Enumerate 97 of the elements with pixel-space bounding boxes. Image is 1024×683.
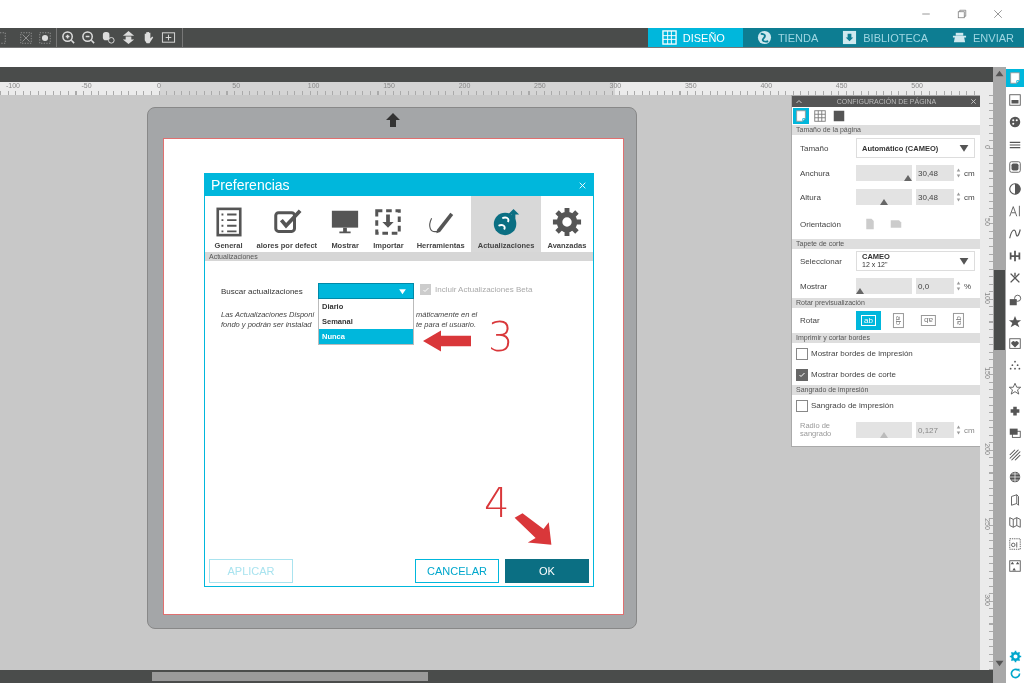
rotate-option[interactable]: ab [886, 311, 911, 330]
number-field[interactable]: 0,0 [916, 278, 954, 294]
close-icon[interactable] [992, 8, 1004, 20]
step-number: 4 [484, 483, 510, 523]
checkbox-label: Incluir Actualizaciones Beta [435, 285, 533, 294]
rotate-option[interactable]: ab [946, 311, 971, 330]
align-icon [1008, 248, 1022, 263]
import-icon [373, 207, 404, 237]
sparkle-icon [1008, 270, 1022, 285]
text-tool-icon [1008, 204, 1022, 219]
gear-icon [551, 207, 582, 237]
cube-icon [1008, 492, 1022, 507]
list-icon [213, 207, 244, 237]
checkbox[interactable] [796, 399, 808, 412]
update-icon [491, 207, 522, 237]
checkbox-label: Sangrado de impresión [811, 401, 894, 410]
arrow-icon [512, 511, 554, 547]
map-icon [1008, 514, 1022, 529]
dotted-box-icon [1008, 536, 1022, 551]
move-down-icon[interactable] [121, 30, 136, 45]
slider-thumb[interactable] [880, 199, 888, 205]
page-icon [794, 109, 808, 123]
field-label: Seleccionar [800, 256, 843, 266]
field-label: Rotar [800, 316, 821, 325]
deselect-icon[interactable] [19, 30, 33, 45]
slider[interactable] [856, 189, 912, 205]
square-icon [832, 109, 846, 123]
settings-icon[interactable] [1008, 649, 1022, 663]
refresh-icon[interactable] [1008, 667, 1022, 680]
unit-label: cm [964, 168, 975, 178]
scroll-down-icon[interactable] [995, 659, 1004, 668]
zoom-out-icon[interactable] [81, 30, 96, 45]
step-number: 3 [488, 317, 514, 357]
scrollbar-thumb[interactable] [152, 672, 428, 681]
layers-icon [1008, 426, 1022, 440]
scrollbar-thumb[interactable] [994, 270, 1005, 350]
slider-thumb[interactable] [856, 288, 864, 294]
globe-icon [756, 30, 772, 45]
zoom-select-icon[interactable] [101, 30, 116, 45]
collapse-icon[interactable] [795, 97, 803, 106]
slider[interactable] [856, 278, 912, 294]
curve-icon [1008, 226, 1022, 241]
field-label: Orientación [800, 219, 842, 229]
number-field[interactable]: 30,48 [916, 189, 954, 205]
spin-up-icon[interactable] [956, 192, 961, 196]
spin-up-icon[interactable] [956, 425, 961, 429]
zoom-in-icon[interactable] [61, 30, 76, 45]
ok-button[interactable]: OK [505, 559, 589, 583]
spin-down-icon[interactable] [956, 174, 961, 178]
field-label: Buscar actualizaciones [221, 287, 303, 296]
star-icon [1008, 315, 1022, 330]
grid-icon [813, 109, 827, 123]
cutter-icon [952, 30, 968, 45]
field-label: Altura [800, 192, 822, 202]
spin-down-icon[interactable] [956, 287, 961, 291]
fit-page-icon[interactable] [161, 30, 176, 45]
frame-icon [1008, 159, 1022, 174]
shapes-icon [1008, 292, 1022, 307]
field-label: Mostrar [800, 281, 829, 291]
star-outline-icon [1008, 381, 1022, 396]
checkmark-icon [798, 370, 806, 379]
slider[interactable] [856, 422, 912, 438]
spin-down-icon[interactable] [956, 431, 961, 435]
slider[interactable] [856, 165, 912, 181]
dropdown-arrow-icon [959, 256, 969, 266]
field-label: Tamaño [800, 143, 830, 153]
dropdown-arrow-icon [959, 143, 969, 153]
spin-up-icon[interactable] [956, 168, 961, 172]
page-icon [1008, 71, 1022, 85]
checkbox[interactable] [796, 368, 808, 381]
unit-label: cm [964, 425, 975, 435]
hatch-icon [1008, 448, 1022, 463]
select-color-icon[interactable] [38, 30, 52, 45]
close-icon[interactable] [970, 98, 977, 105]
contrast-icon [1008, 181, 1022, 196]
dropdown-arrow-icon [398, 286, 407, 296]
unit-label: % [964, 281, 972, 291]
download-icon [842, 30, 858, 45]
pattern-icon [1008, 559, 1022, 574]
scroll-up-icon[interactable] [995, 69, 1004, 78]
rotate-option[interactable]: ab [916, 311, 941, 330]
grid-icon [661, 30, 677, 45]
checkbox-label: Mostrar bordes de impresión [811, 349, 913, 358]
dialog-title: Preferencias [211, 177, 290, 193]
checkmark-icon [421, 285, 430, 294]
spin-down-icon[interactable] [956, 198, 961, 202]
image-icon [1008, 93, 1022, 108]
panel-tab[interactable] [831, 108, 847, 124]
unit-label: cm [964, 192, 975, 202]
restore-icon[interactable] [956, 8, 968, 20]
checkbox[interactable] [796, 347, 808, 360]
number-field[interactable]: 30,48 [916, 165, 954, 181]
slider-thumb[interactable] [904, 175, 912, 181]
checkbox-label: Mostrar bordes de corte [811, 370, 896, 379]
field-label: Anchura [800, 168, 831, 178]
spin-up-icon[interactable] [956, 281, 961, 285]
heart-frame-icon [1008, 337, 1022, 352]
